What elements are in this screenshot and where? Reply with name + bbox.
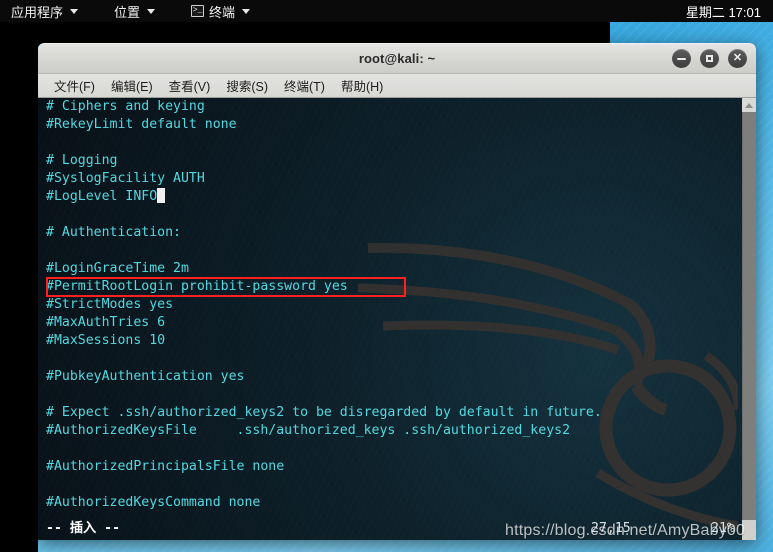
window-titlebar[interactable]: root@kali: ~ ✕ [38,43,756,74]
chevron-up-icon [745,102,753,108]
terminal-line: #MaxAuthTries 6 [46,314,740,332]
terminal-line-text: #AuthorizedPrincipalsFile none [46,459,285,474]
panel-menu-places[interactable]: 位置 [105,0,164,22]
terminal-line: #AuthorizedPrincipalsFile none [46,458,740,476]
terminal-line-text: # Expect .ssh/authorized_keys2 to be dis… [46,405,602,420]
terminal-line: # Expect .ssh/authorized_keys2 to be dis… [46,404,740,422]
chevron-down-icon [242,8,251,14]
terminal-line: #LogLevel INFO [46,188,740,206]
terminal-line: #AuthorizedKeysFile .ssh/authorized_keys… [46,422,740,440]
terminal-line-text: #SyslogFacility AUTH [46,171,205,186]
scrollbar-thumb[interactable] [742,112,756,520]
terminal-line: # Logging [46,152,740,170]
menu-help[interactable]: 帮助(H) [333,74,391,97]
top-panel: 应用程序 位置 >_ 终端 星期二 17:01 [0,0,773,22]
terminal-line-text: # Logging [46,153,118,168]
terminal-viewport[interactable]: # Ciphers and keying #RekeyLimit default … [38,98,756,540]
terminal-scrollbar[interactable] [742,98,756,540]
terminal-line: # Ciphers and keying [46,98,740,116]
terminal-line: #RekeyLimit default none [46,116,740,134]
chevron-down-icon [70,8,79,14]
terminal-line-text: #PermitRootLogin prohibit-password yes [46,279,348,294]
menu-view[interactable]: 查看(V) [161,74,219,97]
terminal-cursor [157,188,166,203]
page-watermark: https://blog.csdn.net/AmyBaby00 [505,522,746,539]
close-icon: ✕ [732,51,743,64]
panel-menu-terminal[interactable]: >_ 终端 [182,0,259,22]
panel-menu-applications[interactable]: 应用程序 [0,0,87,22]
maximize-button[interactable] [700,49,719,68]
window-controls: ✕ [672,49,756,68]
maximize-icon [706,55,713,62]
window-menubar: 文件(F) 编辑(E) 查看(V) 搜索(S) 终端(T) 帮助(H) [38,74,756,98]
terminal-line-text: #LogLevel INFO [46,189,158,204]
terminal-label: 终端 [209,4,236,20]
vim-mode-indicator: -- 插入 -- [46,521,121,536]
terminal-line-text: #MaxSessions 10 [46,333,166,348]
terminal-line-text: # Ciphers and keying [46,99,205,114]
window-title: root@kali: ~ [358,51,436,66]
terminal-line-text: #MaxAuthTries 6 [46,315,166,330]
terminal-line-text: #PubkeyAuthentication yes [46,369,245,384]
terminal-line: # Authentication: [46,224,740,242]
minimize-button[interactable] [672,49,691,68]
minimize-icon [677,57,686,60]
terminal-icon-glyph: >_ [192,6,203,15]
menu-file[interactable]: 文件(F) [46,74,103,97]
scrollbar-up-button[interactable] [742,98,756,112]
terminal-text-content: # Ciphers and keying #RekeyLimit default … [46,98,740,512]
terminal-line: #PubkeyAuthentication yes [46,368,740,386]
panel-clock[interactable]: 星期二 17:01 [686,2,761,21]
chevron-down-icon [147,8,156,14]
terminal-line: #SyslogFacility AUTH [46,170,740,188]
terminal-line: #LoginGraceTime 2m [46,260,740,278]
terminal-window: root@kali: ~ ✕ 文件(F) 编辑(E) 查看(V) 搜索(S) 终… [38,43,756,540]
terminal-line: #MaxSessions 10 [46,332,740,350]
terminal-line: #PermitRootLogin prohibit-password yes [46,277,740,297]
terminal-line-text: #AuthorizedKeysFile .ssh/authorized_keys… [46,423,571,438]
terminal-line-text: #AuthorizedKeysCommand none [46,495,261,510]
terminal-line-text: #LoginGraceTime 2m [46,261,189,276]
applications-label: 应用程序 [11,4,64,20]
desktop-dark-region-left [0,22,38,552]
menu-search[interactable]: 搜索(S) [218,74,276,97]
terminal-icon: >_ [191,5,205,17]
terminal-line: #AuthorizedKeysCommand none [46,494,740,512]
menu-terminal[interactable]: 终端(T) [276,74,333,97]
menu-edit[interactable]: 编辑(E) [103,74,161,97]
terminal-line-text: # Authentication: [46,225,181,240]
terminal-line-text: #StrictModes yes [46,297,174,312]
terminal-line-text: #RekeyLimit default none [46,117,237,132]
terminal-line: #StrictModes yes [46,296,740,314]
places-label: 位置 [114,4,141,20]
close-button[interactable]: ✕ [728,49,747,68]
